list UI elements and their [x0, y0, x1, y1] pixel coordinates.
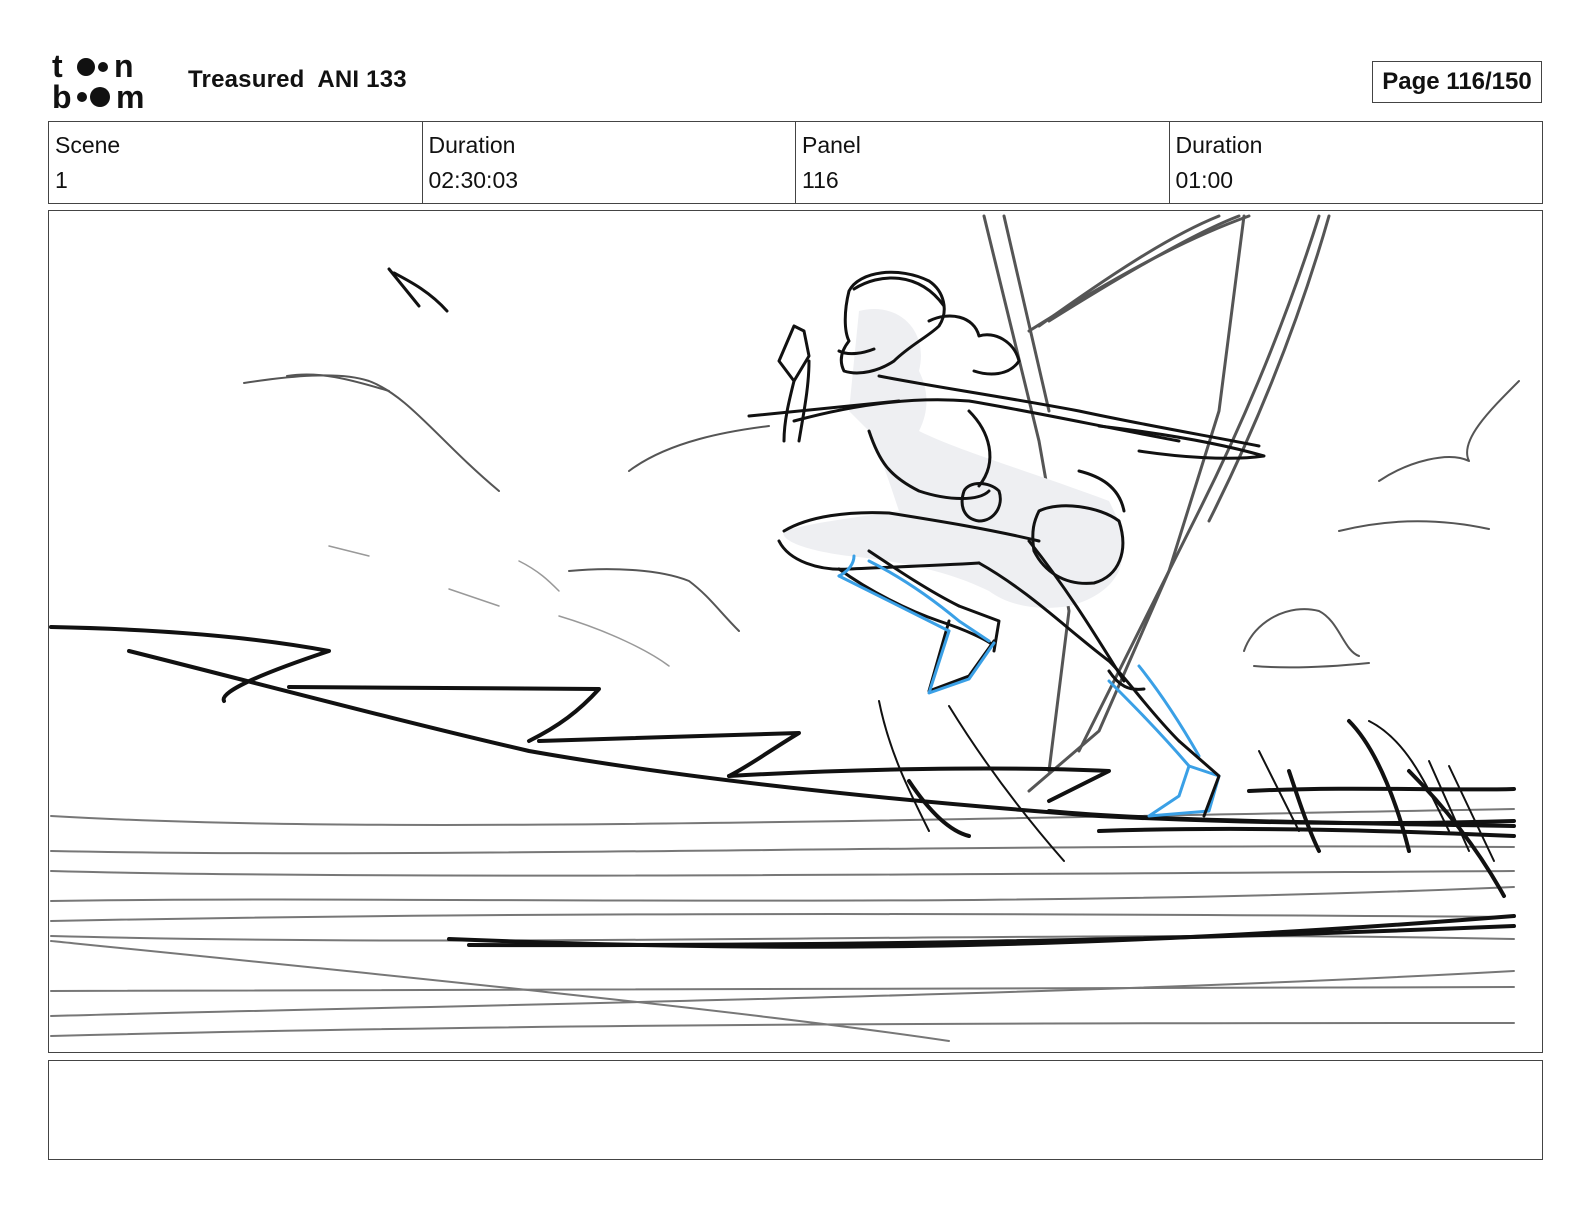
scene-duration-value: 02:30:03: [428, 167, 519, 193]
sea-lines: [50, 808, 1515, 1042]
panel-cell: Panel 116: [796, 122, 1170, 203]
sketch-drawing: [49, 214, 1520, 1042]
scene-value: 1: [55, 167, 68, 193]
page-indicator: Page 116/150: [1372, 61, 1542, 103]
panel-duration-label: Duration: [1175, 132, 1263, 158]
panel-info-row: Scene 1 Duration 02:30:03 Panel 116 Dura…: [48, 121, 1543, 204]
cloud-details: [328, 545, 670, 667]
panel-duration-cell: Duration 01:00: [1170, 122, 1543, 203]
panel-duration-value: 01:00: [1175, 167, 1234, 193]
deck-scribbles: [878, 700, 1495, 862]
bird: [387, 267, 449, 313]
storyboard-panel-image: [48, 210, 1543, 1053]
svg-text:m: m: [116, 79, 144, 112]
panel-notes-box[interactable]: [48, 1060, 1543, 1160]
scene-duration-cell: Duration 02:30:03: [423, 122, 796, 203]
logo-graphic: t n b m: [52, 48, 144, 115]
toon-boom-logo: t n b m: [52, 48, 164, 115]
panel-value: 116: [802, 167, 839, 193]
scene-cell: Scene 1: [49, 122, 423, 203]
svg-text:b: b: [52, 79, 72, 112]
panel-label: Panel: [802, 132, 861, 158]
character-back-foot: [1107, 669, 1221, 818]
scene-duration-label: Duration: [428, 132, 516, 158]
scene-label: Scene: [55, 132, 121, 158]
project-title: Treasured ANI 133: [188, 66, 407, 93]
